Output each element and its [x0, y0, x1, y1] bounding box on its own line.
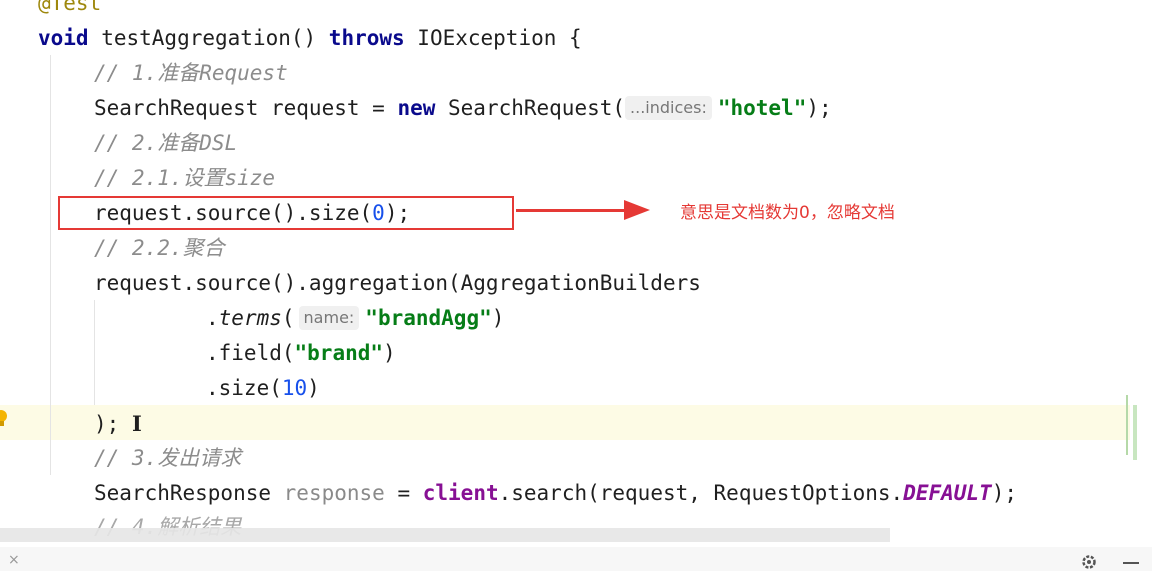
code-text: ) [307, 376, 320, 400]
string-literal-brand: "brand" [294, 341, 384, 365]
code-line-size-ten: .size(10) [206, 371, 320, 406]
code-text: .field( [206, 341, 295, 365]
param-hint-name: name: [298, 306, 360, 330]
signature-rest: IOException { [404, 26, 582, 50]
code-text: SearchRequest( [435, 96, 626, 120]
code-line-field: .field("brand") [206, 336, 396, 371]
code-line-search-request: SearchRequest request = new SearchReques… [94, 91, 832, 126]
code-text: ); [991, 481, 1017, 505]
change-marker [1126, 395, 1128, 455]
minimize-icon[interactable] [1123, 562, 1139, 564]
code-line-terms: .terms(name: "brandAgg") [206, 301, 504, 336]
code-text: = [384, 481, 423, 505]
lightbulb-icon[interactable] [0, 410, 8, 428]
annotation-arrow [516, 209, 626, 212]
code-line-signature: void testAggregation() throws IOExceptio… [38, 21, 582, 56]
bottom-toolbar [0, 547, 1152, 571]
indent-guide [94, 300, 95, 405]
code-line-annotation: @Test [38, 0, 102, 15]
code-text: SearchRequest request = [94, 96, 398, 120]
static-field-default: DEFAULT [903, 481, 992, 505]
annotation-note: 意思是文档数为0，忽略文档 [680, 203, 895, 223]
indent-guide [50, 55, 51, 475]
arrow-head-icon [624, 200, 650, 220]
comment-send-request: // 3.发出请求 [94, 446, 242, 470]
field-client: client [422, 481, 499, 505]
code-text: ); [806, 96, 832, 120]
comment-prepare-dsl: // 2.准备DSL [94, 131, 238, 155]
string-literal-brandagg: "brandAgg" [365, 306, 492, 330]
method-name: testAggregation() [88, 26, 329, 50]
code-text: ); [94, 412, 132, 436]
method-terms: terms [218, 306, 282, 330]
keyword-void: void [38, 26, 89, 50]
param-hint-indices: ...indices: [625, 96, 712, 120]
code-line-close-paren: ); I [94, 406, 142, 441]
close-icon[interactable]: × [8, 552, 20, 568]
variable-response: response [283, 481, 385, 505]
keyword-new: new [397, 96, 436, 120]
string-literal-hotel: "hotel" [717, 96, 807, 120]
highlight-box [58, 196, 514, 230]
comment-aggregation: // 2.2.聚合 [94, 236, 225, 260]
comment-prepare-request: // 1.准备Request [94, 61, 288, 85]
code-text: ( [281, 306, 295, 330]
keyword-throws: throws [328, 26, 405, 50]
code-text: SearchResponse [94, 481, 284, 505]
code-text: ) [491, 306, 505, 330]
text-cursor-icon: I [131, 411, 142, 436]
code-text: . [206, 306, 219, 330]
code-line-search-response: SearchResponse response = client.search(… [94, 476, 1017, 511]
code-editor[interactable]: @Test void testAggregation() throws IOEx… [0, 0, 1152, 571]
code-line-aggregation: request.source().aggregation(Aggregation… [94, 271, 701, 295]
gear-icon[interactable] [1080, 553, 1098, 571]
comment-set-size: // 2.1.设置size [94, 166, 276, 190]
current-line-highlight [0, 405, 1130, 440]
code-text: .search(request, RequestOptions. [498, 481, 904, 505]
number-literal: 10 [281, 376, 308, 400]
code-text: .size( [206, 376, 282, 400]
horizontal-scrollbar[interactable] [0, 528, 890, 542]
code-text: ) [383, 341, 396, 365]
change-marker [1133, 405, 1137, 460]
